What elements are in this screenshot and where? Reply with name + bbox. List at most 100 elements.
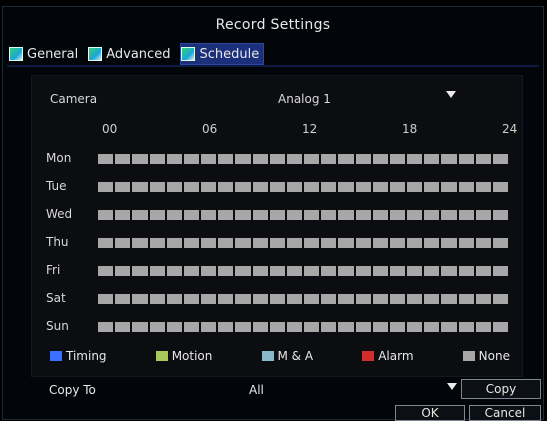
schedule-segment[interactable]	[132, 238, 148, 248]
schedule-segment[interactable]	[286, 182, 303, 192]
schedule-segment[interactable]	[149, 266, 165, 276]
schedule-segment[interactable]	[218, 210, 234, 220]
tab-general[interactable]: General	[9, 44, 82, 64]
schedule-segment[interactable]	[407, 238, 423, 248]
legend-item-none[interactable]: None	[462, 346, 510, 366]
schedule-segment[interactable]	[458, 322, 474, 332]
schedule-segment[interactable]	[372, 154, 388, 164]
schedule-segment[interactable]	[338, 210, 354, 220]
schedule-segment[interactable]	[183, 322, 200, 332]
schedule-segment[interactable]	[149, 182, 165, 192]
schedule-segment[interactable]	[132, 210, 148, 220]
schedule-segment[interactable]	[201, 182, 217, 192]
schedule-segment[interactable]	[338, 322, 354, 332]
schedule-segment[interactable]	[286, 294, 303, 304]
schedule-segment[interactable]	[492, 322, 509, 332]
schedule-segment[interactable]	[441, 322, 457, 332]
schedule-segment[interactable]	[183, 238, 200, 248]
schedule-segment[interactable]	[252, 182, 268, 192]
schedule-segment[interactable]	[389, 154, 406, 164]
schedule-segment[interactable]	[252, 154, 268, 164]
schedule-segment[interactable]	[252, 266, 268, 276]
schedule-segment[interactable]	[372, 210, 388, 220]
schedule-segment[interactable]	[269, 294, 285, 304]
schedule-segment[interactable]	[201, 210, 217, 220]
schedule-segment[interactable]	[149, 154, 165, 164]
schedule-segment[interactable]	[304, 294, 320, 304]
schedule-segment[interactable]	[492, 266, 509, 276]
schedule-segment[interactable]	[458, 294, 474, 304]
schedule-segment[interactable]	[304, 238, 320, 248]
schedule-segment[interactable]	[132, 322, 148, 332]
schedule-segment[interactable]	[441, 182, 457, 192]
schedule-bar[interactable]	[98, 322, 509, 332]
schedule-segment[interactable]	[201, 294, 217, 304]
legend-item-alarm[interactable]: Alarm	[362, 346, 414, 366]
schedule-segment[interactable]	[338, 238, 354, 248]
schedule-segment[interactable]	[304, 154, 320, 164]
schedule-segment[interactable]	[218, 182, 234, 192]
schedule-segment[interactable]	[286, 238, 303, 248]
schedule-bar[interactable]	[98, 266, 509, 276]
schedule-segment[interactable]	[492, 210, 509, 220]
schedule-segment[interactable]	[201, 238, 217, 248]
schedule-segment[interactable]	[166, 322, 182, 332]
schedule-segment[interactable]	[115, 294, 131, 304]
schedule-segment[interactable]	[441, 154, 457, 164]
schedule-segment[interactable]	[235, 238, 251, 248]
ok-button[interactable]: OK	[395, 405, 465, 421]
schedule-segment[interactable]	[441, 210, 457, 220]
schedule-segment[interactable]	[132, 266, 148, 276]
legend-item-timing[interactable]: Timing	[50, 346, 107, 366]
schedule-segment[interactable]	[218, 322, 234, 332]
schedule-segment[interactable]	[338, 294, 354, 304]
schedule-segment[interactable]	[355, 294, 371, 304]
schedule-segment[interactable]	[183, 266, 200, 276]
schedule-segment[interactable]	[235, 322, 251, 332]
copy-to-select-value[interactable]: All	[249, 383, 264, 397]
schedule-segment[interactable]	[286, 266, 303, 276]
schedule-segment[interactable]	[475, 266, 491, 276]
schedule-segment[interactable]	[252, 322, 268, 332]
schedule-segment[interactable]	[269, 154, 285, 164]
schedule-segment[interactable]	[149, 238, 165, 248]
schedule-segment[interactable]	[166, 238, 182, 248]
schedule-segment[interactable]	[235, 266, 251, 276]
schedule-segment[interactable]	[458, 154, 474, 164]
schedule-segment[interactable]	[407, 322, 423, 332]
schedule-segment[interactable]	[132, 294, 148, 304]
schedule-segment[interactable]	[218, 238, 234, 248]
schedule-segment[interactable]	[115, 238, 131, 248]
schedule-segment[interactable]	[286, 322, 303, 332]
schedule-segment[interactable]	[149, 322, 165, 332]
schedule-segment[interactable]	[321, 322, 337, 332]
schedule-segment[interactable]	[372, 294, 388, 304]
schedule-segment[interactable]	[149, 294, 165, 304]
schedule-segment[interactable]	[201, 322, 217, 332]
schedule-segment[interactable]	[201, 154, 217, 164]
schedule-segment[interactable]	[389, 266, 406, 276]
schedule-segment[interactable]	[355, 210, 371, 220]
schedule-segment[interactable]	[492, 238, 509, 248]
schedule-segment[interactable]	[269, 322, 285, 332]
schedule-segment[interactable]	[492, 294, 509, 304]
schedule-segment[interactable]	[441, 266, 457, 276]
schedule-segment[interactable]	[458, 266, 474, 276]
schedule-segment[interactable]	[424, 294, 440, 304]
schedule-segment[interactable]	[286, 210, 303, 220]
schedule-segment[interactable]	[98, 322, 114, 332]
schedule-segment[interactable]	[407, 294, 423, 304]
schedule-segment[interactable]	[355, 182, 371, 192]
schedule-segment[interactable]	[183, 182, 200, 192]
schedule-segment[interactable]	[372, 182, 388, 192]
schedule-segment[interactable]	[269, 182, 285, 192]
schedule-segment[interactable]	[475, 210, 491, 220]
schedule-segment[interactable]	[389, 294, 406, 304]
schedule-segment[interactable]	[355, 266, 371, 276]
schedule-segment[interactable]	[115, 322, 131, 332]
schedule-segment[interactable]	[98, 294, 114, 304]
schedule-segment[interactable]	[269, 210, 285, 220]
schedule-segment[interactable]	[304, 322, 320, 332]
schedule-segment[interactable]	[389, 210, 406, 220]
schedule-segment[interactable]	[235, 154, 251, 164]
